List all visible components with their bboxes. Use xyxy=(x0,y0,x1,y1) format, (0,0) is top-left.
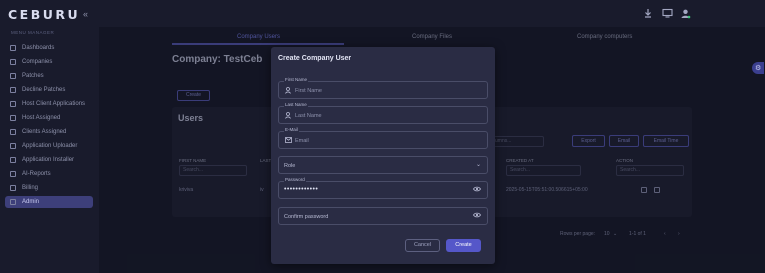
confirm-password-field[interactable]: Confirm password xyxy=(278,207,488,225)
eye-icon[interactable] xyxy=(473,212,481,220)
sidebar-item-application-installer[interactable]: Application Installer xyxy=(5,154,93,166)
sidebar-item-decline-patches[interactable]: Decline Patches xyxy=(5,84,93,96)
sidebar-item-label: Billing xyxy=(22,185,39,191)
sidebar-item-host-assigned[interactable]: Host Assigned xyxy=(5,112,93,124)
sidebar-item-companies[interactable]: Companies xyxy=(5,56,93,68)
download-icon[interactable] xyxy=(643,8,653,18)
upload-icon xyxy=(10,143,16,149)
sidebar-item-host-client-applications[interactable]: Host Client Applications xyxy=(5,98,93,110)
first-name-label: First Name xyxy=(284,77,309,82)
password-field[interactable]: Password •••••••••••• xyxy=(278,177,488,199)
email-placeholder: Email xyxy=(295,138,309,144)
sidebar-item-billing[interactable]: Billing xyxy=(5,182,93,194)
role-select[interactable]: Role ⌄ xyxy=(278,156,488,174)
role-placeholder: Role xyxy=(284,163,296,169)
eye-icon[interactable] xyxy=(473,186,481,194)
sidebar-item-ai-reports[interactable]: AI-Reports xyxy=(5,168,93,180)
sidebar-item-label: Clients Assigned xyxy=(22,129,67,135)
last-name-placeholder: Last Name xyxy=(295,113,322,119)
cancel-button[interactable]: Cancel xyxy=(405,239,440,252)
person-icon xyxy=(285,87,291,96)
sidebar-item-application-uploader[interactable]: Application Uploader xyxy=(5,140,93,152)
sidebar-item-clients-assigned[interactable]: Clients Assigned xyxy=(5,126,93,138)
dialog-title: Create Company User xyxy=(278,55,352,62)
installer-icon xyxy=(10,157,16,163)
sidebar-item-label: Decline Patches xyxy=(22,87,66,93)
sidebar-item-dashboards[interactable]: Dashboards xyxy=(5,42,93,54)
create-company-user-dialog: Create Company User First Name First Nam… xyxy=(271,47,495,264)
password-value: •••••••••••• xyxy=(284,186,319,193)
sidebar-item-label: Companies xyxy=(22,59,53,65)
user-avatar-icon[interactable] xyxy=(680,8,691,19)
sidebar-item-admin[interactable]: Admin xyxy=(5,196,93,208)
last-name-label: Last Name xyxy=(284,102,308,107)
dashboard-icon xyxy=(10,45,16,51)
admin-icon xyxy=(10,199,16,205)
sidebar-item-label: Application Uploader xyxy=(22,143,78,149)
mail-icon xyxy=(285,137,292,145)
collapse-sidebar-button[interactable]: « xyxy=(83,9,88,19)
sidebar-item-label: Patches xyxy=(22,73,44,79)
companies-icon xyxy=(10,59,16,65)
patches-icon xyxy=(10,73,16,79)
sidebar-item-patches[interactable]: Patches xyxy=(5,70,93,82)
email-field[interactable]: E-Mail Email xyxy=(278,127,488,149)
sidebar-item-label: Host Client Applications xyxy=(22,101,86,107)
gear-icon: ⚙ xyxy=(755,65,762,72)
first-name-field[interactable]: First Name First Name xyxy=(278,77,488,99)
billing-icon xyxy=(10,185,16,191)
confirm-password-placeholder: Confirm password xyxy=(284,214,329,220)
settings-float-button[interactable]: ⚙ xyxy=(752,62,764,74)
top-bar: CEBURU « xyxy=(0,0,765,27)
app-logo[interactable]: CEBURU xyxy=(8,7,80,22)
password-label: Password xyxy=(284,177,306,182)
person-icon xyxy=(285,112,291,121)
reports-icon xyxy=(10,171,16,177)
monitor-icon[interactable] xyxy=(662,8,673,18)
sidebar-heading: MENU MANAGER xyxy=(11,30,55,35)
last-name-field[interactable]: Last Name Last Name xyxy=(278,102,488,124)
apps-icon xyxy=(10,101,16,107)
email-label: E-Mail xyxy=(284,127,299,132)
create-button[interactable]: Create xyxy=(446,239,481,252)
sidebar-item-label: AI-Reports xyxy=(22,171,51,177)
sidebar-item-label: Admin xyxy=(22,199,40,205)
decline-icon xyxy=(10,87,16,93)
first-name-placeholder: First Name xyxy=(295,88,322,94)
sidebar-item-label: Dashboards xyxy=(22,45,55,51)
clients-icon xyxy=(10,129,16,135)
chevron-down-icon[interactable]: ⌄ xyxy=(476,161,481,168)
sidebar-item-label: Host Assigned xyxy=(22,115,61,121)
host-icon xyxy=(10,115,16,121)
sidebar-item-label: Application Installer xyxy=(22,157,75,163)
sidebar: MENU MANAGER Dashboards Companies Patche… xyxy=(0,27,99,273)
